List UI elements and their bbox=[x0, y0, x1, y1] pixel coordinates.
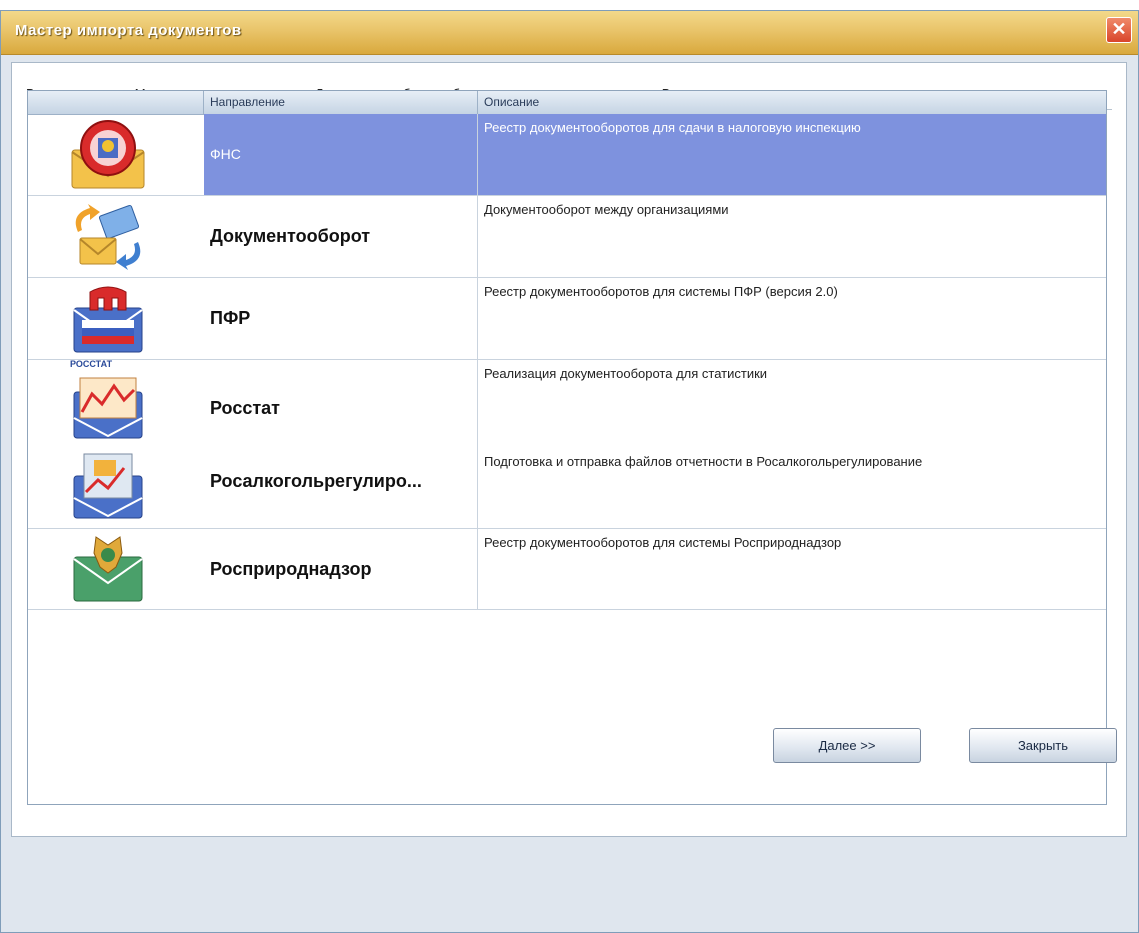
pfr-envelope-icon bbox=[73, 286, 143, 353]
fns-envelope-icon bbox=[71, 120, 145, 189]
window-title: Мастер импорта документов bbox=[15, 22, 242, 39]
row-description[interactable]: Реестр документооборотов для системы Рос… bbox=[478, 529, 1106, 609]
table-row[interactable]: Росприроднадзор Реестр документооборотов… bbox=[28, 529, 1106, 610]
close-window-button[interactable]: ✕ bbox=[1106, 17, 1132, 43]
row-direction[interactable]: Росприроднадзор bbox=[204, 529, 478, 609]
table-row[interactable]: ФНС Реестр документооборотов для сдачи в… bbox=[28, 114, 1106, 196]
row-icon-cell bbox=[28, 114, 204, 195]
row-icon-cell bbox=[28, 196, 204, 277]
row-direction[interactable]: Документооборот bbox=[204, 196, 478, 277]
direction-grid[interactable]: Направление Описание ФНС Реестр документ… bbox=[27, 90, 1107, 805]
grid-header: Направление Описание bbox=[28, 91, 1106, 115]
row-icon-cell: РОССТАТ bbox=[28, 359, 204, 444]
row-direction[interactable]: ФНС bbox=[204, 114, 478, 195]
table-row[interactable]: ПФР Реестр документооборотов для системы… bbox=[28, 278, 1106, 360]
header-icon-column[interactable] bbox=[28, 91, 204, 114]
row-direction[interactable]: Росалкогольрегулиро... bbox=[204, 444, 478, 528]
next-button[interactable]: Далее >> bbox=[773, 728, 921, 763]
close-button[interactable]: Закрыть bbox=[969, 728, 1117, 763]
table-row[interactable]: Документооборот Документооборот между ор… bbox=[28, 196, 1106, 278]
row-direction[interactable]: ПФР bbox=[204, 278, 478, 359]
row-description[interactable]: Реестр документооборотов для сдачи в нал… bbox=[478, 114, 1106, 195]
header-direction[interactable]: Направление bbox=[204, 91, 478, 114]
header-description[interactable]: Описание bbox=[478, 91, 1106, 114]
exchange-envelopes-icon bbox=[75, 204, 141, 270]
row-description[interactable]: Документооборот между организациями bbox=[478, 196, 1106, 277]
row-description[interactable]: Реестр документооборотов для системы ПФР… bbox=[478, 278, 1106, 359]
close-icon: ✕ bbox=[1111, 19, 1127, 39]
table-row[interactable]: РОССТАТ Росстат Реализация документообор… bbox=[28, 359, 1106, 444]
row-icon-cell bbox=[28, 444, 204, 528]
rosalko-envelope-icon bbox=[73, 453, 143, 519]
rosprirodnadzor-envelope-icon bbox=[73, 536, 143, 602]
table-row[interactable]: Росалкогольрегулиро... Подготовка и отпр… bbox=[28, 444, 1106, 529]
row-description[interactable]: Реализация документооборота для статисти… bbox=[478, 360, 1106, 444]
row-icon-cell bbox=[28, 278, 204, 359]
import-wizard-window: Мастер импорта документов ✕ Вас приветст… bbox=[0, 10, 1139, 933]
row-description[interactable]: Подготовка и отправка файлов отчетности … bbox=[478, 444, 1106, 528]
row-direction[interactable]: Росстат bbox=[204, 360, 478, 444]
rosstat-envelope-icon bbox=[73, 377, 143, 439]
title-bar[interactable]: Мастер импорта документов ✕ bbox=[1, 11, 1138, 55]
rosstat-badge: РОССТАТ bbox=[70, 359, 113, 369]
row-icon-cell bbox=[28, 529, 204, 609]
